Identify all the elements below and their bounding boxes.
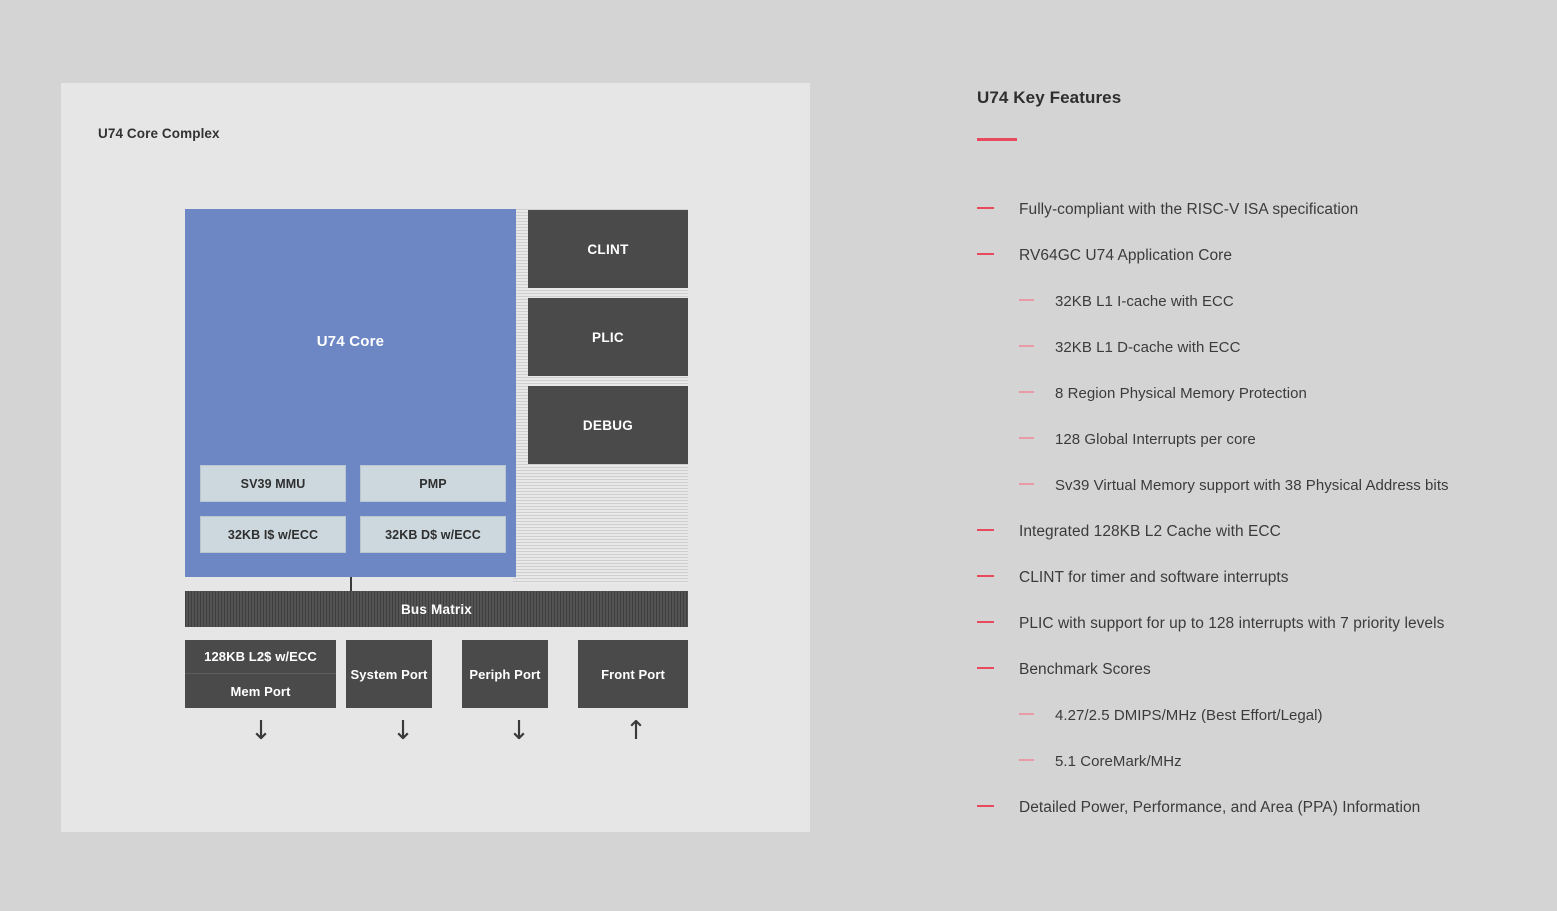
mem-port-block: Mem Port — [185, 674, 336, 708]
periph-port-block: Periph Port — [462, 640, 548, 708]
feature-item-label: Benchmark Scores — [1019, 661, 1151, 678]
bullet-dash-icon — [1019, 391, 1034, 393]
periph-port-label: Periph Port — [469, 666, 541, 682]
feature-item: 8 Region Physical Memory Protection — [977, 381, 1497, 407]
bus-matrix-label: Bus Matrix — [400, 601, 473, 617]
plic-block: PLIC — [528, 298, 688, 376]
mem-port-label: Mem Port — [230, 683, 291, 699]
system-port-arrow: ↓ — [392, 716, 414, 746]
l1-dcache-block: 32KB D$ w/ECC — [360, 516, 506, 553]
feature-item: Detailed Power, Performance, and Area (P… — [977, 795, 1497, 821]
l2-cache-label: 128KB L2$ w/ECC — [204, 649, 317, 664]
block-diagram-canvas: U74 Core SV39 MMU PMP 32KB I$ w/ECC 32KB… — [185, 209, 688, 744]
feature-item: PLIC with support for up to 128 interrup… — [977, 611, 1497, 637]
bullet-dash-icon — [1019, 483, 1034, 485]
pmp-label: PMP — [419, 476, 447, 491]
sv39-mmu-block: SV39 MMU — [200, 465, 346, 502]
bus-matrix-block: Bus Matrix — [185, 591, 688, 627]
bullet-dash-icon — [977, 253, 994, 255]
debug-label: DEBUG — [582, 417, 634, 433]
bullet-dash-icon — [1019, 299, 1034, 301]
feature-item-label: PLIC with support for up to 128 interrup… — [1019, 615, 1445, 632]
bullet-dash-icon — [1019, 345, 1034, 347]
periph-port-arrow: ↓ — [508, 716, 530, 746]
feature-item-label: Detailed Power, Performance, and Area (P… — [1019, 799, 1421, 816]
mem-port-arrow: ↓ — [250, 716, 272, 746]
front-port-label: Front Port — [601, 666, 665, 682]
bullet-dash-icon — [977, 667, 994, 669]
pmp-block: PMP — [360, 465, 506, 502]
bullet-dash-icon — [977, 529, 994, 531]
bullet-dash-icon — [1019, 437, 1034, 439]
feature-item: CLINT for timer and software interrupts — [977, 565, 1497, 591]
plic-label: PLIC — [592, 329, 624, 345]
bullet-dash-icon — [977, 805, 994, 807]
sv39-mmu-label: SV39 MMU — [240, 476, 306, 491]
core-bus-connector — [350, 577, 352, 591]
bullet-dash-icon — [977, 621, 994, 623]
feature-item-label: Fully-compliant with the RISC-V ISA spec… — [1019, 201, 1359, 218]
feature-item: 5.1 CoreMark/MHz — [977, 749, 1497, 775]
system-port-label: System Port — [350, 666, 428, 682]
key-features-title: U74 Key Features — [977, 88, 1122, 107]
feature-item-label: 128 Global Interrupts per core — [1055, 431, 1256, 448]
bullet-dash-icon — [1019, 713, 1034, 715]
u74-core-label: U74 Core — [316, 333, 385, 350]
core-complex-diagram-panel: U74 Core Complex U74 Core SV39 MMU PMP 3… — [61, 83, 810, 832]
l1-icache-label: 32KB I$ w/ECC — [227, 527, 319, 542]
feature-item: 32KB L1 I-cache with ECC — [977, 289, 1497, 315]
feature-item-label: Integrated 128KB L2 Cache with ECC — [1019, 523, 1281, 540]
feature-item-label: 32KB L1 D-cache with ECC — [1055, 339, 1241, 356]
feature-item: Integrated 128KB L2 Cache with ECC — [977, 519, 1497, 545]
debug-block: DEBUG — [528, 386, 688, 464]
feature-item-label: 32KB L1 I-cache with ECC — [1055, 293, 1234, 310]
front-port-arrow: ↑ — [625, 716, 647, 746]
feature-item: Sv39 Virtual Memory support with 38 Phys… — [977, 473, 1497, 499]
title-underline-rule — [977, 138, 1017, 141]
feature-item: Fully-compliant with the RISC-V ISA spec… — [977, 197, 1497, 223]
system-port-block: System Port — [346, 640, 432, 708]
l2-cache-block: 128KB L2$ w/ECC — [185, 640, 336, 674]
feature-item-label: 4.27/2.5 DMIPS/MHz (Best Effort/Legal) — [1055, 707, 1323, 724]
bullet-dash-icon — [977, 207, 994, 209]
feature-item: 4.27/2.5 DMIPS/MHz (Best Effort/Legal) — [977, 703, 1497, 729]
feature-item: 32KB L1 D-cache with ECC — [977, 335, 1497, 361]
key-features-panel: U74 Key Features Fully-compliant with th… — [977, 88, 1497, 841]
clint-label: CLINT — [587, 241, 629, 257]
front-port-block: Front Port — [578, 640, 688, 708]
feature-item-label: CLINT for timer and software interrupts — [1019, 569, 1289, 586]
feature-item: RV64GC U74 Application Core — [977, 243, 1497, 269]
clint-block: CLINT — [528, 210, 688, 288]
u74-core-block: U74 Core SV39 MMU PMP 32KB I$ w/ECC 32KB… — [185, 209, 516, 577]
diagram-title: U74 Core Complex — [98, 126, 220, 141]
l1-dcache-label: 32KB D$ w/ECC — [385, 527, 481, 542]
key-features-list: Fully-compliant with the RISC-V ISA spec… — [977, 197, 1497, 821]
feature-item: Benchmark Scores — [977, 657, 1497, 683]
l1-icache-block: 32KB I$ w/ECC — [200, 516, 346, 553]
bullet-dash-icon — [1019, 759, 1034, 761]
feature-item-label: Sv39 Virtual Memory support with 38 Phys… — [1055, 477, 1449, 494]
feature-item: 128 Global Interrupts per core — [977, 427, 1497, 453]
bullet-dash-icon — [977, 575, 994, 577]
feature-item-label: 5.1 CoreMark/MHz — [1055, 753, 1182, 770]
feature-item-label: RV64GC U74 Application Core — [1019, 247, 1233, 264]
feature-item-label: 8 Region Physical Memory Protection — [1055, 385, 1307, 402]
